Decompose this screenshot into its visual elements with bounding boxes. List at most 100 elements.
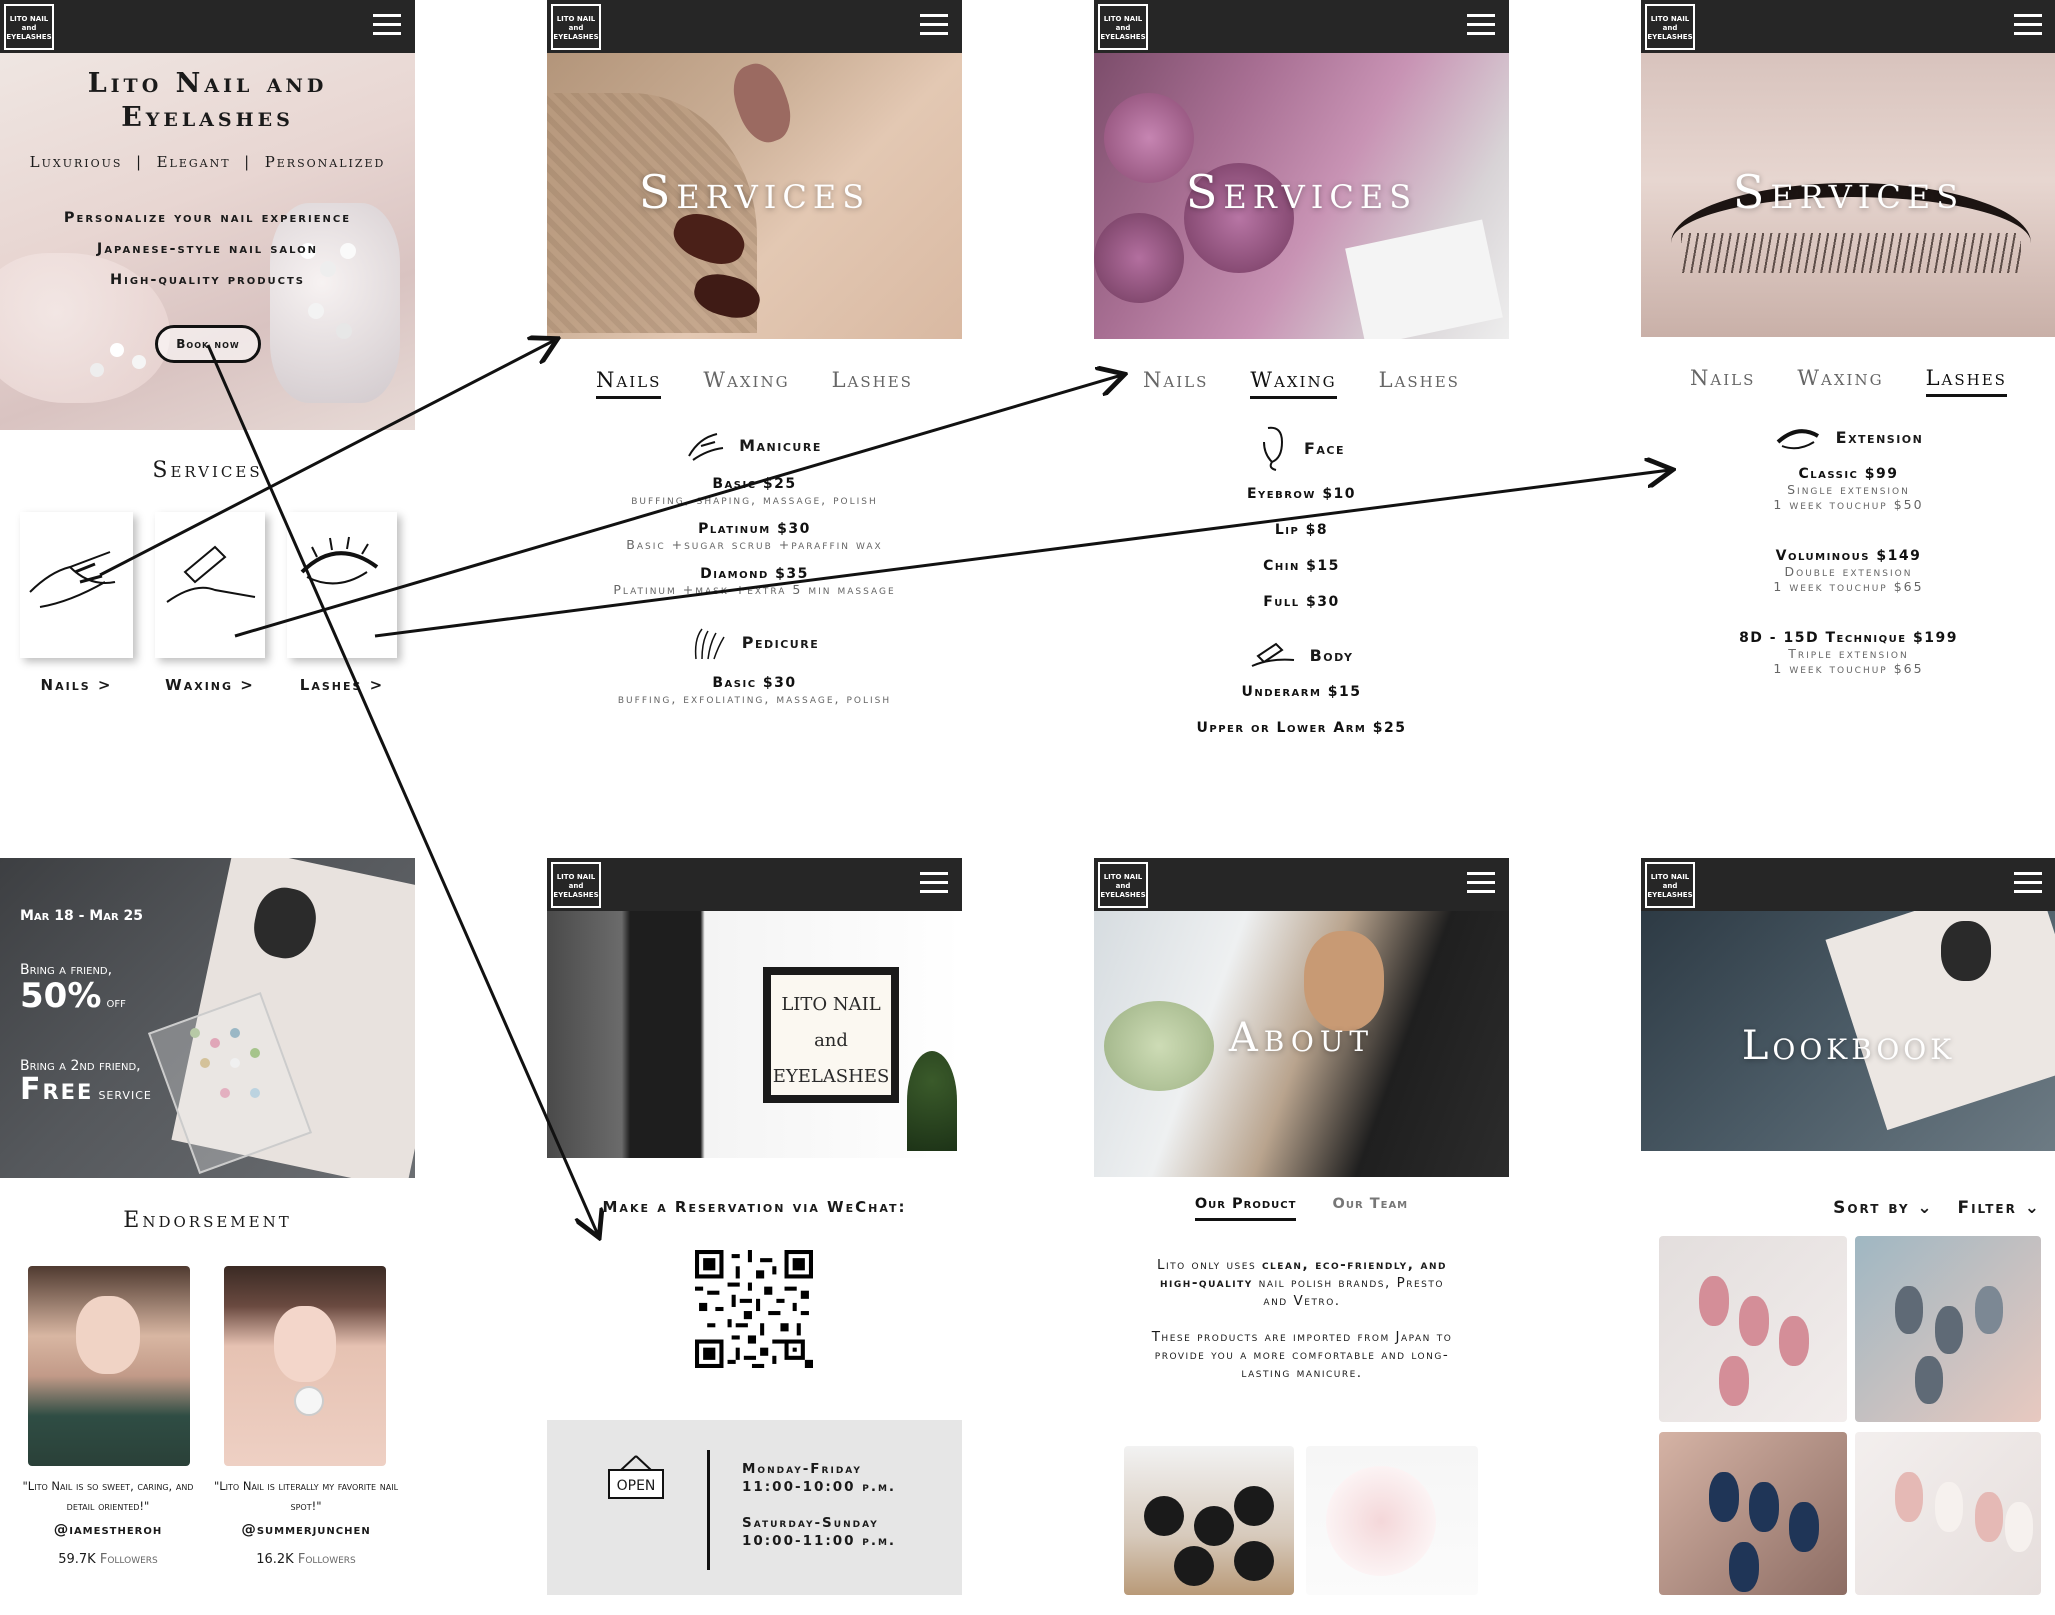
service-name: Eyebrow $10	[1246, 486, 1357, 502]
tab-nails[interactable]: Nails	[596, 368, 662, 399]
service-desc: Platinum +mask +extra 5 min massage	[613, 582, 896, 597]
service-card-label-lashes[interactable]: Lashes >	[287, 676, 397, 694]
menu-icon[interactable]	[920, 14, 948, 36]
chevron-down-icon: ⌄	[2016, 1198, 2041, 1218]
home-title: Lito Nail and Eyelashes	[87, 68, 328, 133]
service-name: Chin $15	[1263, 558, 1340, 574]
product-photo[interactable]	[1124, 1446, 1294, 1595]
service-name: Basic $25	[712, 476, 797, 492]
tab-our-product[interactable]: Our Product	[1194, 1196, 1297, 1221]
menu-icon[interactable]	[2014, 14, 2042, 36]
service-desc: buffing, exfoliating, massage, polish	[617, 691, 892, 706]
service-desc: buffing, shaping, massage, polish	[631, 492, 878, 507]
logo[interactable]: LITO NAIL and EYELASHES	[4, 4, 54, 50]
sort-filter-bar: Sort by ⌄ Filter ⌄	[1641, 1198, 2041, 1218]
body-heading: Body	[1094, 640, 1509, 670]
service-desc: 1 week touchup $50	[1773, 497, 1924, 512]
service-name: Basic $30	[712, 675, 797, 691]
service-tabs: Nails Waxing Lashes	[1094, 368, 1509, 399]
manicure-icon	[688, 433, 724, 461]
product-photo[interactable]	[1306, 1446, 1478, 1595]
reservation-screen: LITO NAIL and EYELASHES LITO NAIL and EYEL…	[547, 858, 962, 1595]
filter-dropdown[interactable]: Filter ⌄	[1957, 1198, 2041, 1218]
pedicure-heading: Pedicure	[547, 623, 962, 661]
top-bar: LITO NAIL and EYELASHES	[547, 0, 962, 53]
lashes-screen: LITO NAIL and EYELASHES Services Nails Wax…	[1641, 0, 2055, 760]
book-now-button[interactable]: Book now	[155, 325, 261, 363]
tab-waxing[interactable]: Waxing	[1797, 366, 1883, 397]
endorser-photo[interactable]	[224, 1266, 386, 1466]
about-screen: LITO NAIL and EYELASHES About Our Product …	[1094, 858, 1509, 1595]
menu-icon[interactable]	[1467, 872, 1495, 894]
lookbook-item[interactable]	[1659, 1432, 1847, 1595]
tab-lashes[interactable]: Lashes	[1379, 368, 1460, 399]
service-card-lashes[interactable]	[287, 512, 397, 658]
endorser-photo[interactable]	[28, 1266, 190, 1466]
logo[interactable]: LITO NAIL and EYELASHES	[1645, 862, 1695, 908]
logo[interactable]: LITO NAIL and EYELASHES	[1098, 4, 1148, 50]
storefront-sign: LITO NAIL and EYELASHES	[763, 967, 899, 1103]
services-hero-title: Services	[1185, 165, 1418, 219]
lookbook-item[interactable]	[1659, 1236, 1847, 1422]
logo[interactable]: LITO NAIL and EYELASHES	[551, 4, 601, 50]
chevron-down-icon: ⌄	[1909, 1198, 1934, 1218]
menu-icon[interactable]	[373, 14, 401, 36]
endorser-handle[interactable]: @iamestheroh	[8, 1522, 208, 1538]
lookbook-screen: LITO NAIL and EYELASHES Lookbook Sort by ⌄…	[1641, 858, 2055, 1595]
promo-screen: Mar 18 - Mar 25 Bring a friend, 50% off …	[0, 858, 415, 1615]
wechat-qr-code[interactable]	[695, 1250, 813, 1368]
lashes-hero: Services	[1641, 53, 2055, 337]
nails-hero: Services	[547, 53, 962, 339]
about-text: Lito only uses clean, eco-friendly, and …	[1151, 1257, 1453, 1381]
top-bar: LITO NAIL and EYELASHES	[1641, 858, 2055, 911]
top-bar: LITO NAIL and EYELASHES	[1094, 0, 1509, 53]
lookbook-item[interactable]	[1855, 1236, 2041, 1422]
tab-lashes[interactable]: Lashes	[1925, 366, 2007, 397]
service-name: Diamond $35	[700, 566, 809, 582]
endorser-followers: 59.7K Followers	[58, 1552, 158, 1567]
logo[interactable]: LITO NAIL and EYELASHES	[1098, 862, 1148, 908]
tab-waxing[interactable]: Waxing	[703, 368, 789, 399]
home-screen: LITO NAIL and EYELASHES Lito Nail and Eyel…	[0, 0, 415, 700]
top-bar: LITO NAIL and EYELASHES	[547, 858, 962, 911]
lookbook-item[interactable]	[1855, 1432, 2041, 1595]
tab-waxing[interactable]: Waxing	[1250, 368, 1337, 399]
sort-dropdown[interactable]: Sort by ⌄	[1833, 1198, 1934, 1218]
logo[interactable]: LITO NAIL and EYELASHES	[1645, 4, 1695, 50]
service-card-waxing[interactable]	[155, 512, 265, 658]
about-hero-title: About	[1228, 1015, 1375, 1061]
service-tabs: Nails Waxing Lashes	[1641, 366, 2055, 397]
promo-big1: 50%	[20, 976, 102, 1016]
tab-nails[interactable]: Nails	[1143, 368, 1208, 399]
about-hero: About	[1094, 911, 1509, 1177]
menu-icon[interactable]	[2014, 872, 2042, 894]
promo-dates: Mar 18 - Mar 25	[20, 908, 144, 924]
service-name: Classic $99	[1798, 466, 1899, 482]
lashes-list: Extension Classic $99 Single extension 1…	[1641, 404, 2055, 677]
services-hero-title: Services	[1732, 165, 1965, 219]
waxing-screen: LITO NAIL and EYELASHES Services Nails Wax…	[1094, 0, 1509, 760]
promo-small2: service	[98, 1084, 152, 1103]
hand-icon	[29, 551, 116, 608]
services-hero-title: Services	[638, 165, 871, 219]
top-bar: LITO NAIL and EYELASHES	[1094, 858, 1509, 911]
logo[interactable]: LITO NAIL and EYELASHES	[551, 862, 601, 908]
service-card-label-waxing[interactable]: Waxing >	[155, 676, 265, 694]
services-heading: Services	[152, 458, 263, 483]
waxing-list: Face Eyebrow $10 Lip $8 Chin $15 Full $3…	[1094, 406, 1509, 736]
tab-our-team[interactable]: Our Team	[1333, 1196, 1409, 1212]
menu-icon[interactable]	[1467, 14, 1495, 36]
feature-list: Personalize your nail experience Japanes…	[63, 210, 352, 288]
endorser-handle[interactable]: @summerjunchen	[210, 1522, 402, 1538]
service-desc: Single extension	[1787, 482, 1910, 497]
tab-nails[interactable]: Nails	[1690, 366, 1755, 397]
promo-banner[interactable]: Mar 18 - Mar 25 Bring a friend, 50% off …	[0, 858, 415, 1178]
endorser-quote: "Lito Nail is literally my favorite nail…	[213, 1479, 399, 1513]
service-name: Platinum $30	[698, 521, 811, 537]
service-tabs: Nails Waxing Lashes	[547, 368, 962, 399]
menu-icon[interactable]	[920, 872, 948, 894]
service-card-nails[interactable]	[20, 512, 133, 658]
tab-lashes[interactable]: Lashes	[832, 368, 913, 399]
home-hero: Lito Nail and Eyelashes Luxurious | Eleg…	[0, 53, 415, 430]
service-card-label-nails[interactable]: Nails >	[20, 676, 133, 694]
